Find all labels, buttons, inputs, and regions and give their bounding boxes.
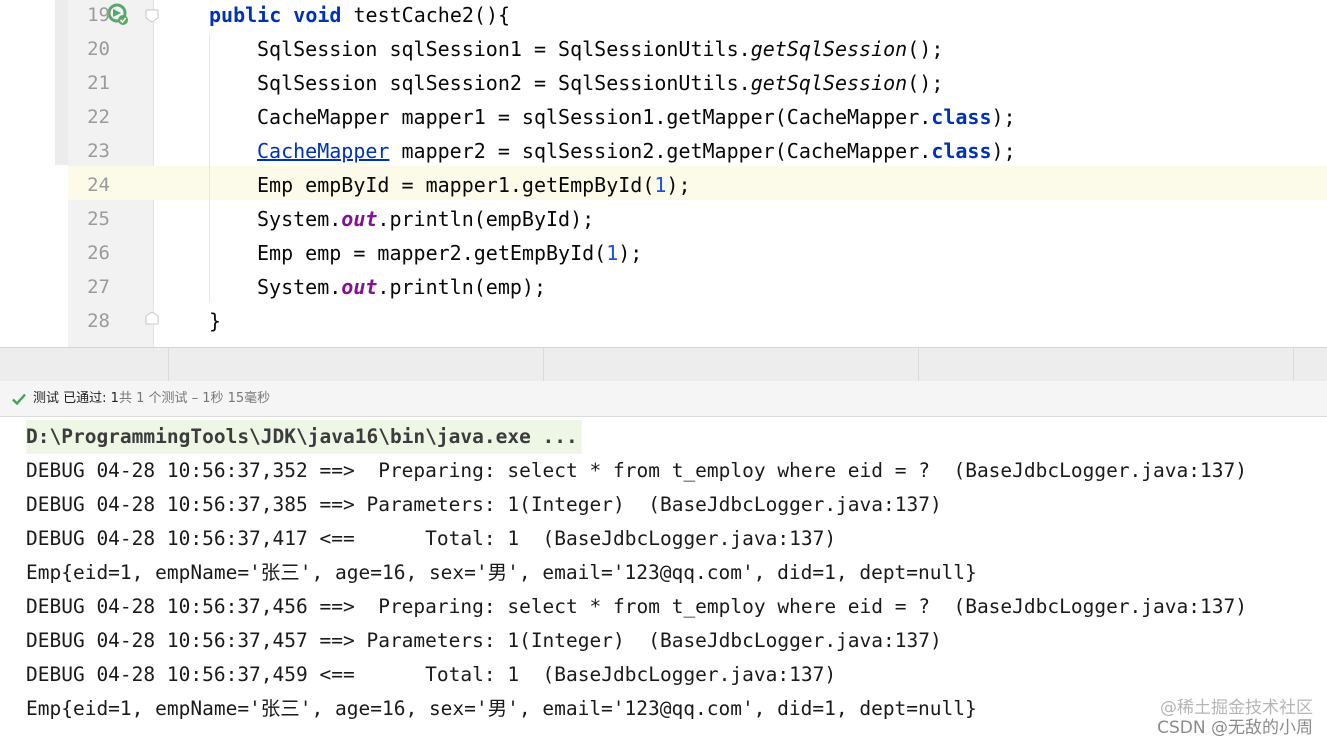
- watermark: @稀土掘金技术社区 CSDN @无敌的小周: [1157, 698, 1313, 738]
- check-icon: [12, 393, 26, 406]
- code-text[interactable]: SqlSession sqlSession2 = SqlSessionUtils…: [209, 66, 943, 100]
- code-token: class: [931, 139, 992, 163]
- header-divider: [543, 348, 544, 381]
- code-line[interactable]: 19 public void testCache2(){: [0, 0, 1327, 32]
- code-token: Emp empById = mapper1.getEmpById(: [257, 173, 655, 197]
- code-token: void: [293, 3, 354, 27]
- code-text[interactable]: System.out.println(empById);: [209, 202, 594, 236]
- line-number: 25: [87, 208, 110, 230]
- code-token: );: [991, 139, 1016, 163]
- code-token: getSqlSession: [750, 71, 908, 95]
- code-text[interactable]: Emp emp = mapper2.getEmpById(1);: [209, 236, 642, 270]
- code-token: 1: [606, 241, 619, 265]
- code-token: testCache2(){: [353, 3, 511, 27]
- code-text[interactable]: Emp empById = mapper1.getEmpById(1);: [209, 168, 691, 202]
- line-number: 21: [87, 72, 110, 94]
- code-token: out: [341, 207, 378, 231]
- console-line: DEBUG 04-28 10:56:37,457 ==> Parameters:…: [26, 629, 942, 652]
- line-number: 26: [87, 242, 110, 264]
- console-line: DEBUG 04-28 10:56:37,456 ==> Preparing: …: [26, 595, 1247, 618]
- code-token: SqlSession sqlSession2 = SqlSessionUtils…: [257, 71, 751, 95]
- test-summary: 共 1 个测试 – 1秒 15毫秒: [118, 391, 271, 406]
- console-output[interactable]: D:\ProgrammingTools\JDK\java16\bin\java.…: [0, 417, 1327, 744]
- header-divider: [1293, 348, 1294, 381]
- code-text[interactable]: public void testCache2(){: [209, 0, 510, 32]
- line-number: 27: [87, 276, 110, 298]
- code-token: getSqlSession: [750, 37, 908, 61]
- line-number: 19: [87, 4, 110, 26]
- console-line: DEBUG 04-28 10:56:37,352 ==> Preparing: …: [26, 459, 1247, 482]
- code-token: );: [618, 241, 643, 265]
- code-token: Emp emp = mapper2.getEmpById(: [257, 241, 607, 265]
- code-token: ();: [907, 37, 944, 61]
- code-line[interactable]: 23 CacheMapper mapper2 = sqlSession2.getM…: [0, 134, 1327, 168]
- code-token: mapper2 = sqlSession2.getMapper(CacheMap…: [389, 139, 932, 163]
- code-token: public: [209, 3, 294, 27]
- line-number: 23: [87, 140, 110, 162]
- code-token: System.: [257, 207, 342, 231]
- code-token: SqlSession sqlSession1 = SqlSessionUtils…: [257, 37, 751, 61]
- code-text[interactable]: System.out.println(emp);: [209, 270, 546, 304]
- test-status-bar: 测试 已通过: 1共 1 个测试 – 1秒 15毫秒: [0, 381, 1327, 417]
- code-token: 1: [654, 173, 667, 197]
- code-line[interactable]: 26 Emp emp = mapper2.getEmpById(1);: [0, 236, 1327, 270]
- code-token: );: [666, 173, 691, 197]
- code-line[interactable]: 25 System.out.println(empById);: [0, 202, 1327, 236]
- code-token: .println(emp);: [377, 275, 546, 299]
- code-line[interactable]: 21 SqlSession sqlSession2 = SqlSessionUti…: [0, 66, 1327, 100]
- code-editor[interactable]: 19 public void testCache2(){ 20 SqlSession …: [0, 0, 1327, 347]
- console-line: DEBUG 04-28 10:56:37,385 ==> Parameters:…: [26, 493, 942, 516]
- code-text[interactable]: CacheMapper mapper1 = sqlSession1.getMap…: [209, 100, 1016, 134]
- watermark-line: @稀土掘金技术社区: [1160, 698, 1313, 718]
- console-command-line: D:\ProgrammingTools\JDK\java16\bin\java.…: [26, 420, 582, 454]
- code-token: CacheMapper mapper1 = sqlSession1.getMap…: [257, 105, 932, 129]
- code-token: }: [209, 309, 222, 333]
- code-text[interactable]: CacheMapper mapper2 = sqlSession2.getMap…: [209, 134, 1016, 168]
- code-line[interactable]: 24 Emp empById = mapper1.getEmpById(1);: [0, 168, 1327, 202]
- line-number: 28: [87, 310, 110, 332]
- line-number: 22: [87, 106, 110, 128]
- code-token: out: [341, 275, 378, 299]
- code-text[interactable]: }: [209, 304, 221, 338]
- test-passed-count: 1: [110, 391, 119, 406]
- console-line: Emp{eid=1, empName='张三', age=16, sex='男'…: [26, 697, 977, 720]
- code-line[interactable]: 27 System.out.println(emp);: [0, 270, 1327, 304]
- console-line: DEBUG 04-28 10:56:37,417 <== Total: 1 (B…: [26, 527, 837, 550]
- tool-window-header: [0, 347, 1327, 382]
- unresolved-reference: CacheMapper: [257, 139, 390, 163]
- watermark-line: CSDN @无敌的小周: [1157, 718, 1313, 738]
- code-token: );: [991, 105, 1016, 129]
- test-status-text: 测试 已通过: 1共 1 个测试 – 1秒 15毫秒: [33, 381, 270, 416]
- code-token: class: [931, 105, 992, 129]
- test-status-label: 测试 已通过:: [33, 391, 111, 406]
- code-line[interactable]: 22 CacheMapper mapper1 = sqlSession1.getM…: [0, 100, 1327, 134]
- code-text[interactable]: SqlSession sqlSession1 = SqlSessionUtils…: [209, 32, 943, 66]
- line-number: 20: [87, 38, 110, 60]
- code-token: System.: [257, 275, 342, 299]
- console-line: Emp{eid=1, empName='张三', age=16, sex='男'…: [26, 561, 977, 584]
- line-number: 24: [87, 174, 110, 196]
- code-token: .println(empById);: [377, 207, 595, 231]
- code-line[interactable]: 20 SqlSession sqlSession1 = SqlSessionUti…: [0, 32, 1327, 66]
- header-divider: [918, 348, 919, 381]
- header-divider: [168, 348, 169, 381]
- code-line[interactable]: 28}: [0, 304, 1327, 338]
- code-token: ();: [907, 71, 944, 95]
- console-line: DEBUG 04-28 10:56:37,459 <== Total: 1 (B…: [26, 663, 837, 686]
